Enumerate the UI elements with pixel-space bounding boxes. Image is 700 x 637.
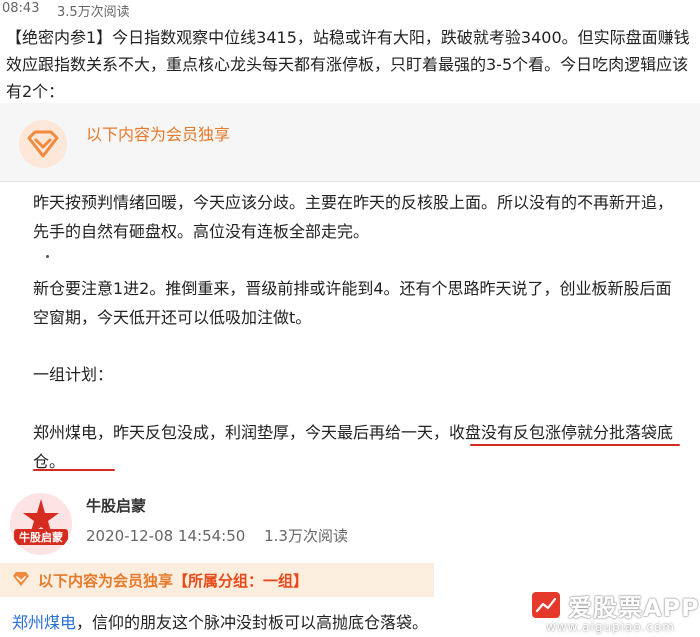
member-banner-2: 以下内容为会员独享【所属分组：一组】 bbox=[0, 563, 434, 597]
diamond-small-icon bbox=[13, 572, 29, 586]
post2-datetime: 2020-12-08 14:54:50 bbox=[86, 527, 246, 545]
post2-text-rest: ，信仰的朋友这个脉冲没封板可以高抛底仓落袋。 bbox=[76, 613, 429, 632]
diamond-icon bbox=[19, 120, 67, 168]
member-paragraph-1: 昨天按预判情绪回暖，今天应该分歧。主要在昨天的反核股上面。所以没有的不再新开追，… bbox=[33, 193, 674, 241]
red-underline-2 bbox=[33, 469, 115, 471]
watermark-url: www.aigupiao.com bbox=[546, 620, 675, 634]
avatar[interactable]: 牛股启蒙 bbox=[10, 493, 72, 555]
post2-read-count: 1.3万次阅读 bbox=[264, 527, 348, 545]
post-meta-top: 08:43 3.5万次阅读 bbox=[0, 0, 700, 20]
read-count: 3.5万次阅读 bbox=[57, 5, 130, 20]
watermark: 爱股票APP www.aigupiao.com bbox=[530, 590, 700, 637]
member-paragraph-4: 郑州煤电，昨天反包没成，利润垫厚，今天最后再给一天，收盘没有反包涨停就分批落袋底… bbox=[33, 423, 674, 471]
post-time: 08:43 bbox=[2, 1, 40, 16]
member-paragraph-2: 新仓要注意1进2。推倒重来，晋级前排或许能到4。还有个思路昨天说了，创业板新股后… bbox=[33, 279, 672, 327]
bullet-dot bbox=[46, 255, 49, 258]
post-intro-text: 【绝密内参1】今日指数观察中位线3415，站稳或许有大阳，跌破就考验3400。但… bbox=[6, 28, 690, 101]
group-label: 【所属分组：一组】 bbox=[173, 572, 309, 590]
author-name[interactable]: 牛股启蒙 bbox=[86, 495, 146, 516]
member-card-title: 以下内容为会员独享 bbox=[86, 125, 231, 144]
member-banner-text: 以下内容为会员独享 bbox=[38, 572, 174, 590]
stock-link[interactable]: 郑州煤电 bbox=[12, 613, 76, 632]
member-paragraph-3: 一组计划： bbox=[33, 365, 114, 384]
avatar-text: 牛股启蒙 bbox=[19, 530, 63, 544]
watermark-logo-icon bbox=[532, 592, 560, 618]
red-underline-1 bbox=[470, 444, 680, 446]
watermark-name: 爱股票APP bbox=[568, 594, 700, 622]
post2-meta: 2020-12-08 14:54:50 1.3万次阅读 bbox=[86, 525, 348, 546]
member-card-header: 以下内容为会员独享 bbox=[0, 103, 700, 182]
post2-text: 郑州煤电，信仰的朋友这个脉冲没封板可以高抛底仓落袋。 bbox=[12, 609, 428, 633]
member-banner-label: 以下内容为会员独享【所属分组：一组】 bbox=[38, 570, 308, 591]
